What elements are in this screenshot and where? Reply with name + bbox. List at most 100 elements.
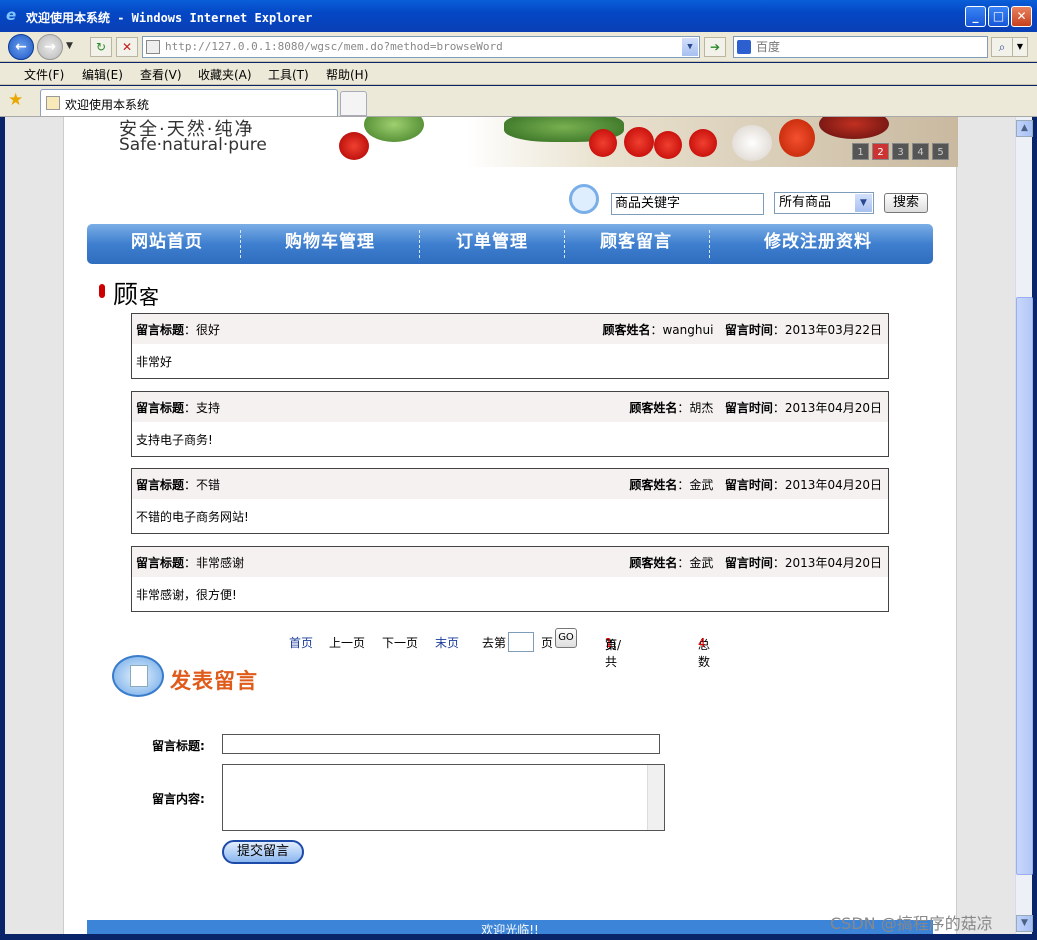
menu-bar: 文件(F) 编辑(E) 查看(V) 收藏夹(A) 工具(T) 帮助(H)	[0, 63, 1037, 85]
message-card: 留言标题：支持 顾客姓名：胡杰 留言时间：2013年04月20日 支持电子商务!	[131, 391, 889, 457]
menu-tools[interactable]: 工具(T)	[268, 66, 309, 83]
nav-home[interactable]: 网站首页	[87, 224, 247, 264]
message-title: 很好	[196, 323, 221, 337]
go-button[interactable]: ➔	[704, 37, 726, 57]
pager-current-suffix: 页	[605, 638, 618, 652]
menu-favorites[interactable]: 收藏夹(A)	[198, 66, 252, 83]
tab-title: 欢迎使用本系统	[65, 98, 150, 112]
banner-page-3[interactable]: 3	[892, 143, 909, 160]
new-tab-button[interactable]	[340, 91, 367, 116]
back-button[interactable]: ←	[8, 34, 34, 60]
footer: 欢迎光临!!	[87, 920, 933, 934]
browser-window: e 欢迎使用本系统 - Windows Internet Explorer _ …	[0, 0, 1037, 940]
browser-tab[interactable]: 欢迎使用本系统	[40, 89, 338, 116]
pager-first-link[interactable]: 首页	[289, 634, 313, 651]
banner-page-1[interactable]: 1	[852, 143, 869, 160]
message-author: 胡杰	[689, 401, 714, 415]
name-label: 顾客姓名	[629, 401, 678, 415]
message-title: 支持	[196, 401, 221, 415]
menu-help[interactable]: 帮助(H)	[326, 66, 368, 83]
tomato-image	[819, 117, 889, 139]
address-dropdown-icon[interactable]: ▼	[682, 38, 698, 56]
tomato-image	[779, 119, 815, 157]
chevron-down-icon: ▼	[855, 194, 872, 212]
nav-messages[interactable]: 顾客留言	[565, 224, 707, 264]
banner-page-5[interactable]: 5	[932, 143, 949, 160]
post-content-textarea[interactable]	[222, 764, 665, 831]
message-body: 支持电子商务!	[136, 433, 213, 447]
pager-last-link[interactable]: 末页	[435, 634, 459, 651]
minimize-button[interactable]: _	[965, 6, 986, 27]
nav-divider	[419, 230, 420, 258]
pager-next: 下一页	[382, 636, 419, 650]
stop-button[interactable]: ✕	[116, 37, 138, 57]
message-body: 非常好	[136, 355, 173, 369]
message-author: 金武	[689, 478, 714, 492]
page-icon	[146, 40, 160, 54]
submit-message-button[interactable]: 提交留言	[222, 840, 304, 864]
tomato-image	[339, 132, 369, 160]
time-label: 留言时间	[724, 478, 773, 492]
banner-page-4[interactable]: 4	[912, 143, 929, 160]
message-time: 2013年04月20日	[784, 556, 882, 570]
watermark: CSDN @搞程序的菇凉	[830, 914, 993, 933]
post-title-label: 留言标题:	[152, 739, 205, 753]
menu-file[interactable]: 文件(F)	[24, 66, 64, 83]
search-options-icon[interactable]: ▼	[1012, 37, 1028, 57]
section-title-first: 顾	[113, 280, 139, 309]
post-heading-text: 发表留言	[170, 669, 258, 693]
scroll-down-icon[interactable]: ▼	[1016, 915, 1033, 932]
message-title: 不错	[196, 478, 221, 492]
nav-orders[interactable]: 订单管理	[421, 224, 563, 264]
scroll-thumb[interactable]	[1016, 297, 1033, 875]
maximize-button[interactable]: □	[988, 6, 1009, 27]
search-submit-button[interactable]: 搜索	[884, 193, 928, 213]
favorites-bar: ★ 欢迎使用本系统	[0, 86, 1037, 117]
page-number-input[interactable]	[508, 632, 534, 652]
tomato-image	[654, 131, 682, 159]
message-header: 留言标题：很好 顾客姓名：wanghui 留言时间：2013年03月22日	[132, 314, 888, 344]
title-bar: e 欢迎使用本系统 - Windows Internet Explorer _ …	[0, 0, 1037, 32]
banner: 安全·天然·纯净 Safe·natural·pure 1 2 3 4 5	[64, 117, 958, 167]
tomato-image	[624, 127, 654, 157]
title-label: 留言标题	[136, 556, 185, 570]
search-button[interactable]: ⌕	[991, 37, 1013, 57]
nav-profile[interactable]: 修改注册资料	[711, 224, 925, 264]
message-card: 留言标题：非常感谢 顾客姓名：金武 留言时间：2013年04月20日 非常感谢，…	[131, 546, 889, 612]
menu-edit[interactable]: 编辑(E)	[82, 66, 123, 83]
nav-cart[interactable]: 购物车管理	[245, 224, 415, 264]
message-body: 非常感谢，很方便!	[136, 588, 237, 602]
pagination: 首页 上一页 下一页 末页 去第 页 GO 第 1 页/共 1 页 总数 4	[64, 628, 958, 669]
title-label: 留言标题	[136, 478, 185, 492]
tomato-image	[589, 129, 617, 157]
search-placeholder: 百度	[756, 40, 781, 54]
page-scrollbar[interactable]: ▲ ▼	[1015, 117, 1033, 934]
forward-button[interactable]: →	[37, 34, 63, 60]
document-icon	[130, 665, 148, 687]
title-label: 留言标题	[136, 401, 185, 415]
banner-page-2[interactable]: 2	[872, 143, 889, 160]
scroll-up-icon[interactable]: ▲	[1016, 120, 1033, 137]
address-bar[interactable]: http://127.0.0.1:8080/wgsc/mem.do?method…	[142, 36, 700, 58]
bullet-icon	[99, 284, 105, 298]
navigation-bar: ← → ▼ ↻ ✕ http://127.0.0.1:8080/wgsc/mem…	[0, 32, 1037, 62]
post-title-input[interactable]	[222, 734, 660, 754]
time-label: 留言时间	[724, 323, 773, 337]
close-button[interactable]: ✕	[1011, 6, 1032, 27]
textarea-scrollbar[interactable]	[647, 765, 664, 830]
category-select[interactable]: 所有商品 ▼	[774, 192, 874, 214]
refresh-button[interactable]: ↻	[90, 37, 112, 57]
baidu-icon	[737, 40, 751, 54]
menu-view[interactable]: 查看(V)	[140, 66, 182, 83]
search-box[interactable]: 百度	[733, 36, 988, 58]
page-viewport: 安全·天然·纯净 Safe·natural·pure 1 2 3 4 5 商品关…	[5, 117, 1015, 934]
time-label: 留言时间	[724, 401, 773, 415]
message-author: 金武	[689, 556, 714, 570]
message-header: 留言标题：支持 顾客姓名：胡杰 留言时间：2013年04月20日	[132, 392, 888, 422]
tomato-image	[689, 129, 717, 157]
favorites-star-icon[interactable]: ★	[8, 90, 23, 110]
history-dropdown-icon[interactable]: ▼	[66, 41, 73, 51]
keyword-input[interactable]: 商品关键字	[611, 193, 764, 215]
ie-logo-icon: e	[6, 6, 17, 24]
go-button[interactable]: GO	[555, 628, 577, 648]
